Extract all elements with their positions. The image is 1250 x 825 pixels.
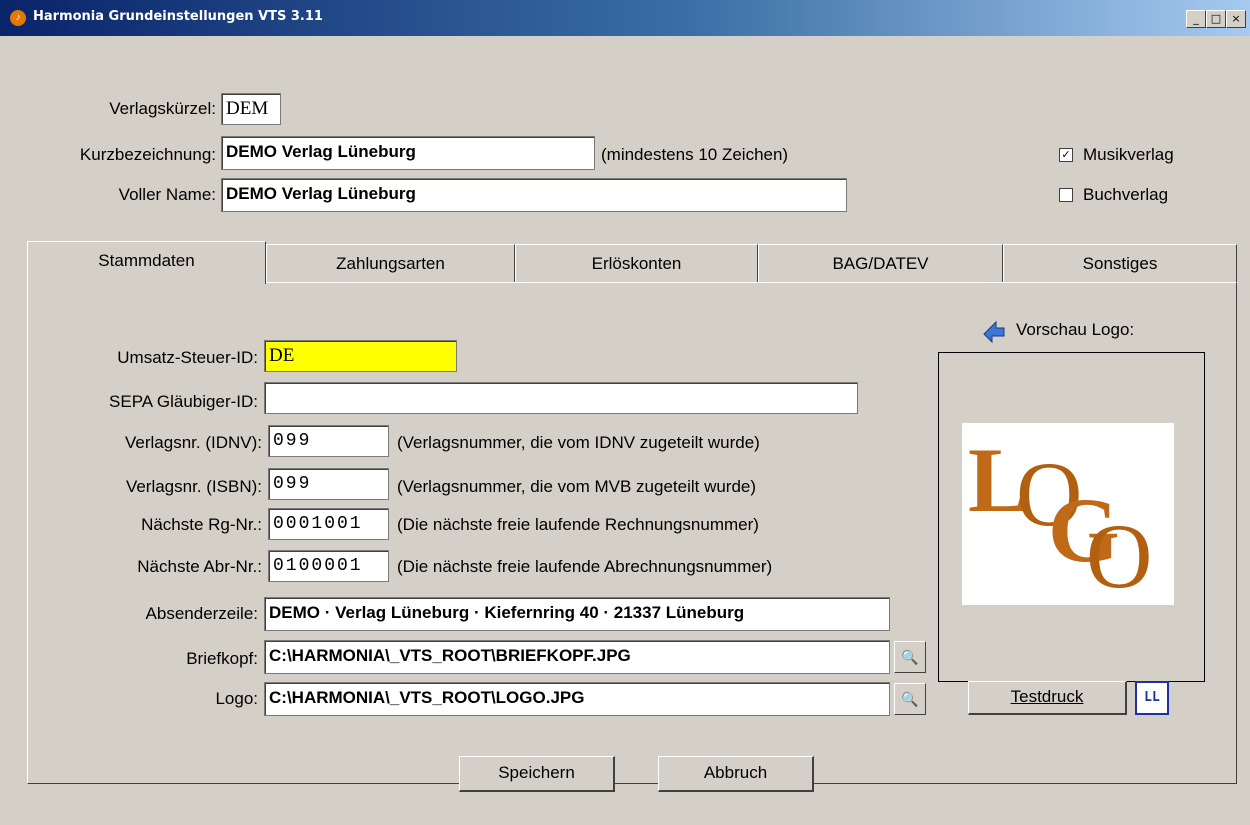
tab-stammdaten[interactable]: Stammdaten <box>27 241 266 284</box>
maximize-button[interactable]: □ <box>1206 10 1226 28</box>
idnv-hint: (Verlagsnummer, die vom IDNV zugeteilt w… <box>397 433 760 452</box>
tab-sonstiges[interactable]: Sonstiges <box>1003 244 1237 283</box>
buchverlag-check[interactable] <box>1059 188 1073 202</box>
tab-zahlungsarten[interactable]: Zahlungsarten <box>266 244 515 283</box>
voller-name-label: Voller Name: <box>118 185 216 204</box>
verlagskuerzel-field[interactable]: DEM <box>221 93 281 125</box>
verlagskuerzel-label: Verlagskürzel: <box>109 99 216 118</box>
title-bar[interactable]: ♪ Harmonia Grundeinstellungen VTS 3.11 _… <box>0 0 1250 36</box>
isbn-hint: (Verlagsnummer, die vom MVB zugeteilt wu… <box>397 477 757 496</box>
kurzbezeichnung-hint: (mindestens 10 Zeichen) <box>601 145 789 164</box>
briefkopf-label: Briefkopf: <box>186 649 258 668</box>
voller-name-field[interactable]: DEMO Verlag Lüneburg <box>221 178 847 212</box>
logo-label: Logo: <box>215 689 258 708</box>
sepa-label: SEPA Gläubiger-ID: <box>109 392 258 411</box>
logo-preview: L O G O <box>938 352 1205 682</box>
close-button[interactable]: × <box>1226 10 1246 28</box>
musikverlag-label: Musikverlag <box>1083 145 1174 164</box>
kurzbezeichnung-field[interactable]: DEMO Verlag Lüneburg <box>221 136 595 170</box>
abr-nr-hint: (Die nächste freie laufende Abrechnungsn… <box>397 557 773 576</box>
arrow-icon <box>983 320 1005 344</box>
binoculars-icon: 🔍 <box>901 691 919 707</box>
testdruck-button[interactable]: Testdruck <box>968 681 1127 715</box>
abbruch-button[interactable]: Abbruch <box>658 756 814 792</box>
kurzbezeichnung-label: Kurzbezeichnung: <box>79 145 216 164</box>
main-form: Verlagskürzel: DEM Kurzbezeichnung: DEMO… <box>10 36 1248 825</box>
logo-field[interactable]: C:\HARMONIA\_VTS_ROOT\LOGO.JPG <box>264 682 890 716</box>
window-title: Harmonia Grundeinstellungen VTS 3.11 <box>33 9 323 24</box>
ll-designer-button[interactable]: LL <box>1135 681 1169 715</box>
logo-letter-o2: O <box>1086 505 1153 607</box>
musikverlag-check[interactable]: ✓ <box>1059 148 1073 162</box>
binoculars-icon: 🔍 <box>901 649 919 665</box>
rg-nr-hint: (Die nächste freie laufende Rechnungsnum… <box>397 515 759 534</box>
vorschau-label: Vorschau Logo: <box>1016 320 1135 339</box>
minimize-button[interactable]: _ <box>1186 10 1206 28</box>
window-controls: _ □ × <box>1186 10 1246 28</box>
abr-nr-label: Nächste Abr-Nr.: <box>137 557 262 576</box>
logo-browse-button[interactable]: 🔍 <box>894 683 926 715</box>
ust-id-label: Umsatz-Steuer-ID: <box>117 348 258 367</box>
absender-label: Absenderzeile: <box>145 604 258 623</box>
speichern-button[interactable]: Speichern <box>459 756 615 792</box>
briefkopf-browse-button[interactable]: 🔍 <box>894 641 926 673</box>
absender-field[interactable]: DEMO · Verlag Lüneburg · Kiefernring 40 … <box>264 597 890 631</box>
logo-image: L O G O <box>962 423 1174 607</box>
idnv-field[interactable]: 099 <box>268 425 389 457</box>
tab-erloeskonten[interactable]: Erlöskonten <box>515 244 758 283</box>
musikverlag-checkbox[interactable]: ✓ Musikverlag <box>1059 145 1174 165</box>
buchverlag-label: Buchverlag <box>1083 185 1169 204</box>
ust-id-field[interactable]: DE <box>264 340 457 372</box>
sepa-field[interactable] <box>264 382 858 414</box>
app-icon: ♪ <box>10 10 26 26</box>
tab-bag-datev[interactable]: BAG/DATEV <box>758 244 1003 283</box>
isbn-label: Verlagsnr. (ISBN): <box>125 477 262 496</box>
refresh-logo-button[interactable] <box>978 318 1010 350</box>
briefkopf-field[interactable]: C:\HARMONIA\_VTS_ROOT\BRIEFKOPF.JPG <box>264 640 890 674</box>
idnv-label: Verlagsnr. (IDNV): <box>125 433 262 452</box>
isbn-field[interactable]: 099 <box>268 468 389 500</box>
rg-nr-label: Nächste Rg-Nr.: <box>141 515 262 534</box>
rg-nr-field[interactable]: 0001001 <box>268 508 389 540</box>
abr-nr-field[interactable]: 0100001 <box>268 550 389 582</box>
buchverlag-checkbox[interactable]: Buchverlag <box>1059 185 1168 205</box>
